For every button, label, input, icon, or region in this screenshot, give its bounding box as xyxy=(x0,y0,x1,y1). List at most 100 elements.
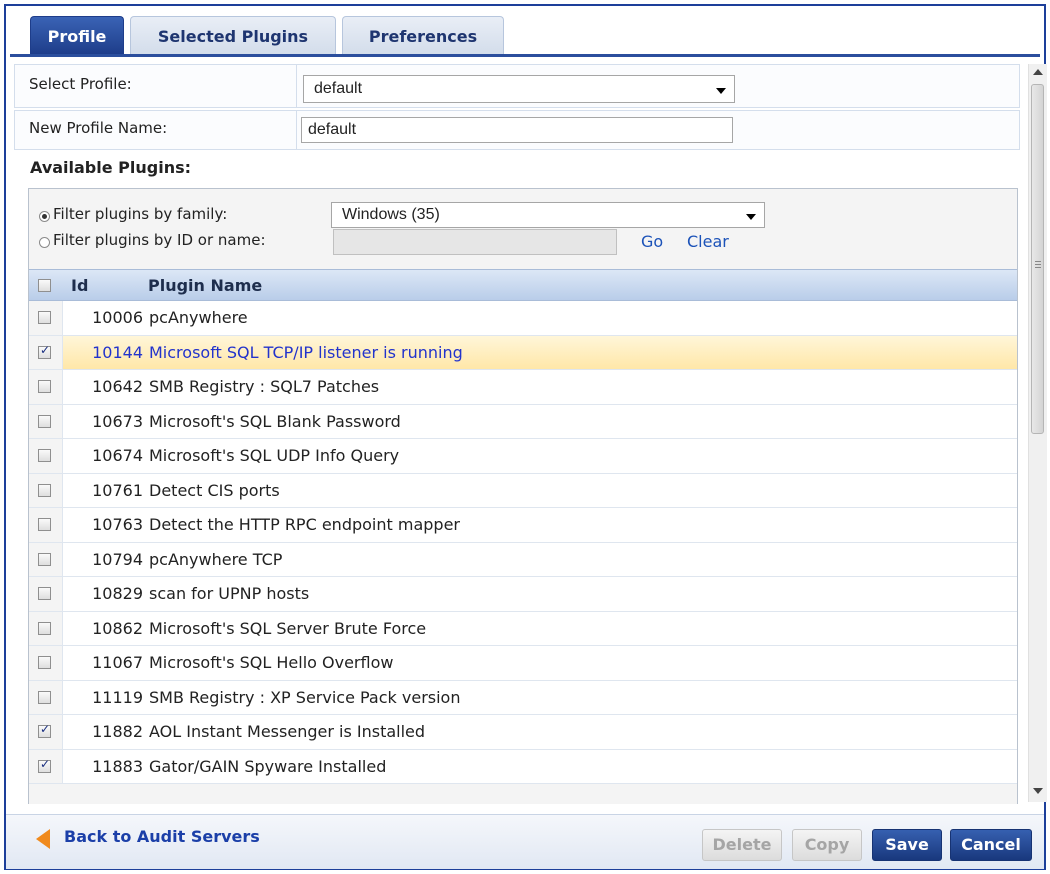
profile-name-label: New Profile Name: xyxy=(15,111,297,149)
plugin-name: SMB Registry : XP Service Pack version xyxy=(149,687,461,707)
plugin-id: 10642 xyxy=(92,377,143,396)
plugin-name: pcAnywhere xyxy=(149,308,248,327)
family-dropdown[interactable]: Windows (35) xyxy=(331,202,765,228)
row-checkbox[interactable] xyxy=(38,380,51,393)
plugin-name: pcAnywhere TCP xyxy=(149,549,283,569)
tab-profile[interactable]: Profile xyxy=(30,16,124,54)
plugin-name: SMB Registry : SQL7 Patches xyxy=(149,377,380,396)
scroll-thumb[interactable] xyxy=(1031,84,1044,434)
plugin-name: Detect CIS ports xyxy=(149,480,280,500)
tab-preferences[interactable]: Preferences xyxy=(342,16,504,54)
select-profile-label: Select Profile: xyxy=(15,65,297,107)
grip-line xyxy=(1035,261,1041,262)
row-checkbox[interactable] xyxy=(38,414,51,428)
select-all-checkbox[interactable] xyxy=(38,279,51,292)
grip-line xyxy=(1035,267,1041,268)
delete-button[interactable]: Delete xyxy=(702,829,782,861)
grip-line xyxy=(1035,264,1041,265)
plugin-name: Microsoft's SQL Hello Overflow xyxy=(149,653,394,672)
cancel-button[interactable]: Cancel xyxy=(950,829,1032,861)
filter-id-input[interactable] xyxy=(333,229,617,255)
row-checkbox[interactable] xyxy=(38,311,51,324)
plugin-name: Microsoft's SQL UDP Info Query xyxy=(149,446,400,465)
vertical-scrollbar[interactable] xyxy=(1028,64,1047,802)
row-checkbox[interactable] xyxy=(38,757,51,773)
filter-id-radio[interactable] xyxy=(39,237,50,248)
table-row[interactable]: 10761 Detect CIS ports xyxy=(29,473,1017,508)
available-plugins-title: Available Plugins: xyxy=(30,158,192,177)
plugin-filter-box: Filter plugins by family: Windows (35) F… xyxy=(28,188,1018,804)
table-row[interactable]: 10763 Detect the HTTP RPC endpoint mapper xyxy=(29,508,1017,543)
plugin-name: Microsoft's SQL Server Brute Force xyxy=(149,618,427,638)
checkbox-cell xyxy=(29,370,63,404)
go-link[interactable]: Go xyxy=(641,232,663,251)
plugin-id: 11882 xyxy=(92,722,143,741)
plugin-name: Detect the HTTP RPC endpoint mapper xyxy=(149,515,460,534)
row-checkbox[interactable] xyxy=(38,587,51,600)
checkbox-cell xyxy=(29,335,63,369)
plugin-id: 11067 xyxy=(92,653,143,672)
checkbox-cell xyxy=(29,439,63,473)
plugin-name: scan for UPNP hosts xyxy=(149,584,310,603)
table-row[interactable]: 10006 pcAnywhere xyxy=(29,301,1017,336)
tab-selected-plugins[interactable]: Selected Plugins xyxy=(130,16,336,54)
table-row[interactable]: 11119 SMB Registry : XP Service Pack vers… xyxy=(29,680,1017,715)
column-header-id[interactable]: Id xyxy=(71,276,88,295)
row-checkbox[interactable] xyxy=(38,518,51,531)
plugin-id: 11119 xyxy=(92,687,143,707)
clear-link[interactable]: Clear xyxy=(687,232,729,251)
row-checkbox[interactable] xyxy=(38,449,51,462)
plugin-name: Gator/GAIN Spyware Installed xyxy=(149,756,387,776)
profile-name-input[interactable]: default xyxy=(301,117,733,143)
back-arrow-icon[interactable] xyxy=(36,829,50,849)
plugin-id: 10829 xyxy=(92,584,143,603)
plugin-id: 10794 xyxy=(92,549,143,569)
row-checkbox[interactable] xyxy=(38,483,51,497)
table-row[interactable]: 10674 Microsoft's SQL UDP Info Query xyxy=(29,439,1017,474)
select-profile-value: default xyxy=(314,80,363,97)
table-row[interactable]: 11882 AOL Instant Messenger is Installed xyxy=(29,715,1017,750)
plugin-id: 10862 xyxy=(92,618,143,638)
filter-area: Filter plugins by family: Windows (35) F… xyxy=(29,189,1017,269)
table-row[interactable]: 10862 Microsoft's SQL Server Brute Force xyxy=(29,611,1017,646)
plugin-id: 10763 xyxy=(92,515,143,534)
footer-bar: Back to Audit Servers Delete Copy Save C… xyxy=(6,814,1044,869)
checkbox-cell xyxy=(29,646,63,680)
plugin-name: Microsoft SQL TCP/IP listener is running xyxy=(149,342,463,362)
row-checkbox[interactable] xyxy=(38,552,51,566)
table-row[interactable]: 10829 scan for UPNP hosts xyxy=(29,577,1017,612)
filter-family-radio[interactable] xyxy=(39,211,50,222)
save-button[interactable]: Save xyxy=(872,829,942,861)
row-checkbox[interactable] xyxy=(38,621,51,635)
row-checkbox[interactable] xyxy=(38,656,51,669)
select-profile-dropdown[interactable]: default xyxy=(303,75,735,103)
back-to-audit-servers-link[interactable]: Back to Audit Servers xyxy=(64,827,260,846)
copy-button[interactable]: Copy xyxy=(792,829,862,861)
table-row[interactable]: 10642 SMB Registry : SQL7 Patches xyxy=(29,370,1017,405)
table-row[interactable]: 11883 Gator/GAIN Spyware Installed xyxy=(29,749,1017,784)
filter-id-label: Filter plugins by ID or name: xyxy=(53,231,266,249)
checkbox-cell xyxy=(29,749,63,783)
profile-name-value: default xyxy=(308,121,357,138)
plugin-id: 10673 xyxy=(92,411,143,431)
plugin-id: 10006 xyxy=(92,308,143,327)
tab-underline xyxy=(10,54,1040,57)
chevron-down-icon xyxy=(716,88,726,94)
row-checkbox[interactable] xyxy=(38,722,51,738)
profile-panel: Select Profile: default New Profile Name… xyxy=(14,64,1024,804)
column-header-plugin-name[interactable]: Plugin Name xyxy=(148,276,262,295)
scroll-down-icon[interactable] xyxy=(1033,788,1043,794)
row-checkbox[interactable] xyxy=(38,343,51,359)
scroll-up-icon[interactable] xyxy=(1033,69,1043,75)
table-row[interactable]: 10673 Microsoft's SQL Blank Password xyxy=(29,404,1017,439)
plugin-id: 10144 xyxy=(92,342,143,362)
row-checkbox[interactable] xyxy=(38,690,51,704)
checkbox-cell xyxy=(29,301,63,335)
checkbox-cell xyxy=(29,542,63,576)
table-row[interactable]: 10144 Microsoft SQL TCP/IP listener is ru… xyxy=(29,335,1017,370)
plugin-grid: 10006 pcAnywhere 10144 Microsoft SQL TCP/IP… xyxy=(29,301,1017,804)
table-row[interactable]: 11067 Microsoft's SQL Hello Overflow xyxy=(29,646,1017,681)
table-row[interactable]: 10794 pcAnywhere TCP xyxy=(29,542,1017,577)
family-value: Windows (35) xyxy=(342,206,440,223)
plugin-name: Microsoft's SQL Blank Password xyxy=(149,411,401,431)
